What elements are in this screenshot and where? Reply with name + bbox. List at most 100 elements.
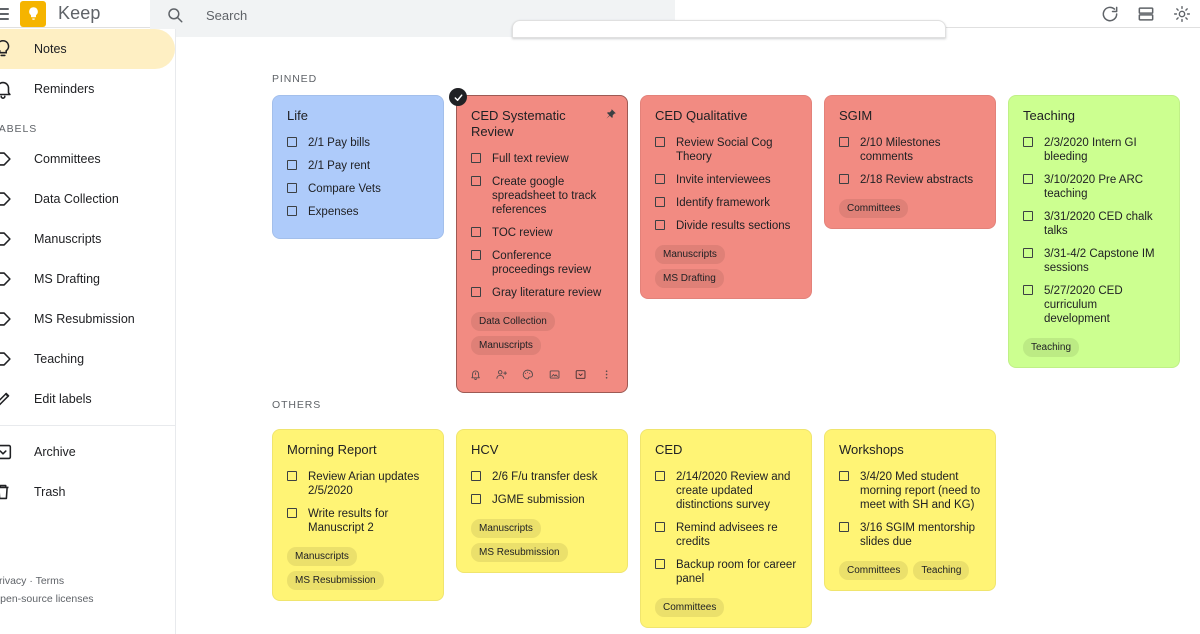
checkbox-icon[interactable] xyxy=(287,137,297,147)
sidebar-item-committees[interactable]: Committees xyxy=(0,139,175,179)
sidebar-item-edit-labels[interactable]: Edit labels xyxy=(0,379,175,419)
checkbox-icon[interactable] xyxy=(839,522,849,532)
checklist-item[interactable]: Divide results sections xyxy=(655,219,797,233)
checkbox-icon[interactable] xyxy=(287,206,297,216)
terms-link[interactable]: Terms xyxy=(36,575,65,587)
privacy-link[interactable]: Privacy xyxy=(0,575,26,587)
sidebar-item-notes[interactable]: Notes xyxy=(0,29,175,69)
checklist-item[interactable]: 3/10/2020 Pre ARC teaching xyxy=(1023,173,1165,201)
note-selected-checkmark-icon[interactable] xyxy=(449,88,467,106)
checklist-item[interactable]: 3/4/20 Med student morning report (need … xyxy=(839,470,981,512)
checkbox-icon[interactable] xyxy=(471,153,481,163)
checkbox-icon[interactable] xyxy=(1023,211,1033,221)
checklist-item[interactable]: Write results for Manuscript 2 xyxy=(287,507,429,535)
add-collaborator-icon[interactable] xyxy=(495,367,508,382)
note-card[interactable]: Teaching 2/3/2020 Intern GI bleeding 3/10/… xyxy=(1008,95,1180,368)
archive-icon[interactable] xyxy=(574,367,587,382)
add-image-icon[interactable] xyxy=(548,367,561,382)
note-label-chip[interactable]: Manuscripts xyxy=(471,519,541,538)
checkbox-icon[interactable] xyxy=(655,559,665,569)
note-label-chip[interactable]: Committees xyxy=(655,598,725,617)
checklist-item[interactable]: Review Social Cog Theory xyxy=(655,136,797,164)
checklist-item[interactable]: 3/31/2020 CED chalk talks xyxy=(1023,210,1165,238)
gear-icon[interactable] xyxy=(1172,4,1192,24)
color-palette-icon[interactable] xyxy=(521,367,534,382)
checklist-item[interactable]: 2/1 Pay rent xyxy=(287,159,429,173)
checkbox-icon[interactable] xyxy=(471,494,481,504)
checkbox-icon[interactable] xyxy=(839,471,849,481)
checklist-item[interactable]: Identify framework xyxy=(655,196,797,210)
sidebar-item-teaching[interactable]: Teaching xyxy=(0,339,175,379)
checkbox-icon[interactable] xyxy=(471,250,481,260)
checkbox-icon[interactable] xyxy=(839,137,849,147)
note-card[interactable]: Morning Report Review Arian updates 2/5/2… xyxy=(272,429,444,601)
checklist-item[interactable]: 2/1 Pay bills xyxy=(287,136,429,150)
sidebar-item-archive[interactable]: Archive xyxy=(0,432,175,472)
checklist-item[interactable]: TOC review xyxy=(471,226,613,240)
sidebar-item-data-collection[interactable]: Data Collection xyxy=(0,179,175,219)
checklist-item[interactable]: Compare Vets xyxy=(287,182,429,196)
checkbox-icon[interactable] xyxy=(839,174,849,184)
more-options-icon[interactable] xyxy=(600,367,613,382)
sidebar-item-manuscripts[interactable]: Manuscripts xyxy=(0,219,175,259)
checkbox-icon[interactable] xyxy=(1023,248,1033,258)
hamburger-menu-icon[interactable] xyxy=(0,0,14,28)
note-card[interactable]: Life 2/1 Pay bills 2/1 Pay rent Compare Vet… xyxy=(272,95,444,239)
checklist-item[interactable]: 2/3/2020 Intern GI bleeding xyxy=(1023,136,1165,164)
checklist-item[interactable]: Full text review xyxy=(471,152,613,166)
sidebar-item-reminders[interactable]: Reminders xyxy=(0,69,175,109)
checklist-item[interactable]: Remind advisees re credits xyxy=(655,521,797,549)
checklist-item[interactable]: Backup room for career panel xyxy=(655,558,797,586)
note-composer[interactable] xyxy=(512,20,946,38)
checkbox-icon[interactable] xyxy=(471,287,481,297)
checklist-item[interactable]: Gray literature review xyxy=(471,286,613,300)
checklist-item[interactable]: Expenses xyxy=(287,205,429,219)
checklist-item[interactable]: 2/10 Milestones comments xyxy=(839,136,981,164)
sidebar-item-ms-drafting[interactable]: MS Drafting xyxy=(0,259,175,299)
sidebar-item-ms-resubmission[interactable]: MS Resubmission xyxy=(0,299,175,339)
checklist-item[interactable]: Review Arian updates 2/5/2020 xyxy=(287,470,429,498)
pin-icon[interactable] xyxy=(604,108,617,121)
note-label-chip[interactable]: MS Resubmission xyxy=(287,571,384,590)
checkbox-icon[interactable] xyxy=(655,137,665,147)
checkbox-icon[interactable] xyxy=(287,471,297,481)
checklist-item[interactable]: 3/16 SGIM mentorship slides due xyxy=(839,521,981,549)
note-label-chip[interactable]: Committees xyxy=(839,561,909,580)
note-card[interactable]: SGIM 2/10 Milestones comments 2/18 Review … xyxy=(824,95,996,229)
note-label-chip[interactable]: MS Drafting xyxy=(655,269,724,288)
note-card[interactable]: CED 2/14/2020 Review and create updated d… xyxy=(640,429,812,628)
checkbox-icon[interactable] xyxy=(1023,137,1033,147)
checkbox-icon[interactable] xyxy=(655,220,665,230)
checkbox-icon[interactable] xyxy=(471,471,481,481)
checklist-item[interactable]: 5/27/2020 CED curriculum development xyxy=(1023,284,1165,326)
list-view-icon[interactable] xyxy=(1136,4,1156,24)
note-label-chip[interactable]: Teaching xyxy=(913,561,970,580)
checkbox-icon[interactable] xyxy=(471,176,481,186)
note-label-chip[interactable]: Manuscripts xyxy=(287,547,357,566)
note-card[interactable]: CED Qualitative Review Social Cog Theory I… xyxy=(640,95,812,299)
sidebar-item-trash[interactable]: Trash xyxy=(0,472,175,512)
note-label-chip[interactable]: Manuscripts xyxy=(655,245,725,264)
note-card[interactable]: CED Systematic Review Full text review Cre… xyxy=(449,88,628,393)
note-label-chip[interactable]: MS Resubmission xyxy=(471,543,568,562)
refresh-icon[interactable] xyxy=(1100,4,1120,24)
checkbox-icon[interactable] xyxy=(287,160,297,170)
checkbox-icon[interactable] xyxy=(471,227,481,237)
checkbox-icon[interactable] xyxy=(655,471,665,481)
checkbox-icon[interactable] xyxy=(655,522,665,532)
note-card[interactable]: Workshops 3/4/20 Med student morning repo… xyxy=(824,429,996,591)
checkbox-icon[interactable] xyxy=(1023,174,1033,184)
checkbox-icon[interactable] xyxy=(1023,285,1033,295)
checkbox-icon[interactable] xyxy=(287,508,297,518)
checklist-item[interactable]: Invite interviewees xyxy=(655,173,797,187)
checkbox-icon[interactable] xyxy=(287,183,297,193)
note-card[interactable]: HCV 2/6 F/u transfer desk JGME submission M… xyxy=(456,429,628,573)
checkbox-icon[interactable] xyxy=(655,197,665,207)
note-label-chip[interactable]: Teaching xyxy=(1023,338,1080,357)
note-label-chip[interactable]: Data Collection xyxy=(471,312,555,331)
checklist-item[interactable]: JGME submission xyxy=(471,493,613,507)
checklist-item[interactable]: 2/18 Review abstracts xyxy=(839,173,981,187)
note-label-chip[interactable]: Committees xyxy=(839,199,909,218)
open-source-licenses-link[interactable]: Open-source licenses xyxy=(0,593,94,605)
checklist-item[interactable]: 3/31-4/2 Capstone IM sessions xyxy=(1023,247,1165,275)
